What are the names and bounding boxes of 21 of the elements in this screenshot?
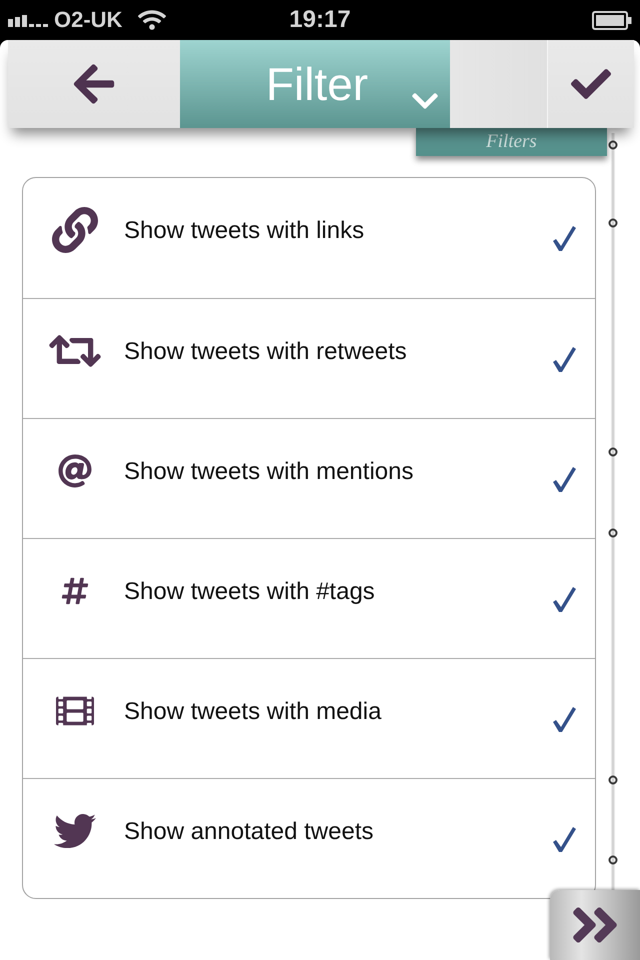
filter-row[interactable]: Show tweets with #tags (23, 538, 595, 658)
filter-row[interactable]: Show tweets with mentions (23, 418, 595, 538)
filter-label: Show tweets with media (124, 697, 382, 727)
filter-label: Show annotated tweets (124, 817, 375, 847)
filter-label: Show tweets with #tags (124, 577, 376, 607)
next-button[interactable] (550, 890, 640, 960)
filter-label: Show tweets with mentions (124, 457, 414, 487)
filter-label: Show tweets with links (124, 216, 366, 246)
filter-label: Show tweets with retweets (124, 337, 408, 367)
confirm-button[interactable] (548, 40, 634, 128)
chain-link-icon (52, 207, 98, 253)
filter-row[interactable]: Show tweets with links (23, 178, 595, 298)
carrier-name: O2-UK (54, 7, 122, 33)
clock-time: 19:17 (289, 6, 351, 34)
filter-row[interactable]: Show tweets with retweets (23, 298, 595, 418)
at-sign-icon (58, 454, 92, 488)
battery-icon (592, 10, 632, 30)
signal-bars-icon (8, 13, 48, 27)
hash-icon (60, 576, 90, 606)
filter-row[interactable]: Show tweets with media (23, 658, 595, 778)
back-button[interactable] (8, 40, 180, 128)
